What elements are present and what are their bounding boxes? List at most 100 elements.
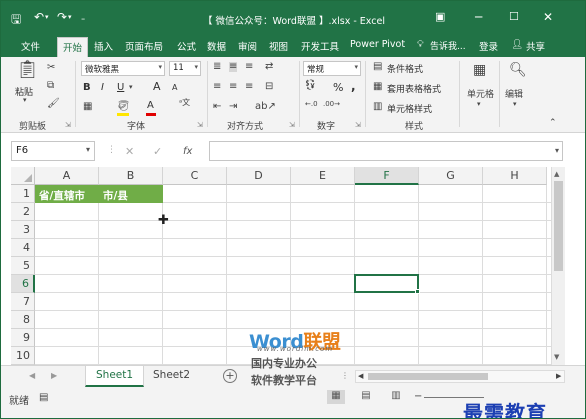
prev-sheet-icon[interactable]: ◀ (29, 371, 35, 380)
normal-view-icon[interactable]: ▦ (327, 390, 345, 404)
name-box[interactable]: F6 ▾ (11, 141, 95, 161)
row-header-5[interactable]: 5 (11, 257, 35, 275)
page-layout-view-icon[interactable]: ▤ (357, 390, 375, 404)
italic-button[interactable]: I (101, 82, 104, 93)
increase-indent-icon[interactable]: ⇥ (229, 102, 237, 112)
align-bottom-icon[interactable]: ≡ (245, 62, 253, 72)
cell-b1[interactable]: 市/县 (99, 185, 163, 203)
font-color-button[interactable]: A (147, 100, 154, 111)
column-header-a[interactable]: A (35, 167, 99, 185)
tab-power-pivot[interactable]: Power Pivot (350, 39, 405, 50)
font-size-combo[interactable]: 11 ▾ (169, 61, 201, 76)
align-right-icon[interactable]: ≡ (245, 82, 253, 92)
cell-styles-button[interactable]: 单元格样式 (387, 102, 432, 115)
conditional-formatting-button[interactable]: 条件格式 (387, 62, 423, 75)
align-middle-icon[interactable]: ≡ (229, 62, 238, 72)
scroll-left-icon[interactable]: ◀ (358, 373, 363, 380)
number-format-combo[interactable]: 常规 ▾ (303, 61, 361, 76)
column-header-h[interactable]: H (483, 167, 547, 185)
row-header-6[interactable]: 6 (11, 275, 35, 293)
cells-dropdown-icon[interactable]: ▾ (477, 101, 481, 108)
insert-function-button[interactable]: fx (183, 146, 192, 157)
editing-button-label[interactable]: 编辑 (505, 87, 523, 100)
decrease-decimal-icon[interactable]: .00→ (323, 101, 340, 108)
scroll-right-icon[interactable]: ▶ (556, 373, 561, 380)
row-header-10[interactable]: 10 (11, 347, 35, 365)
select-all-button[interactable] (11, 167, 35, 185)
paste-icon[interactable]: 📋︎ (16, 61, 39, 79)
align-top-icon[interactable]: ≣ (213, 62, 221, 72)
format-painter-icon[interactable]: 🖌︎ (47, 99, 60, 109)
tab-formulas[interactable]: 公式 (177, 39, 196, 53)
macro-record-icon[interactable]: ▤ (39, 393, 48, 403)
formula-input[interactable]: ▾ (209, 141, 563, 161)
tab-developer[interactable]: 开发工具 (301, 39, 339, 53)
minimize-icon[interactable]: ─ (475, 10, 482, 24)
bold-button[interactable]: B (83, 82, 91, 93)
merge-center-icon[interactable]: ⊟ (265, 82, 273, 92)
align-left-icon[interactable]: ≡ (213, 82, 221, 92)
decrease-indent-icon[interactable]: ⇤ (213, 102, 221, 112)
search-icon[interactable]: 🔍︎ (509, 63, 527, 77)
fill-color-icon[interactable]: 🪣︎ (117, 102, 130, 112)
column-header-b[interactable]: B (99, 167, 163, 185)
tab-review[interactable]: 审阅 (238, 39, 257, 53)
underline-button[interactable]: U (117, 82, 124, 93)
editing-dropdown-icon[interactable]: ▾ (513, 101, 517, 108)
maximize-icon[interactable]: ☐ (509, 10, 519, 23)
alignment-launcher-icon[interactable]: ⇲ (289, 121, 295, 129)
collapse-ribbon-icon[interactable]: ⌃ (549, 119, 557, 128)
tab-file[interactable]: 文件 (21, 39, 40, 53)
orientation-icon[interactable]: ab↗ (255, 102, 276, 112)
scroll-down-icon[interactable]: ▼ (554, 353, 559, 361)
column-header-f[interactable]: F (355, 167, 419, 185)
shrink-font-button[interactable]: A (172, 83, 177, 92)
font-launcher-icon[interactable]: ⇲ (197, 121, 203, 129)
vertical-scroll-thumb[interactable] (554, 181, 563, 271)
cells-icon[interactable]: ▦ (473, 63, 486, 77)
number-launcher-icon[interactable]: ⇲ (355, 121, 361, 129)
tell-me-box[interactable]: 告诉我... (430, 39, 466, 52)
cut-icon[interactable]: ✂ (47, 63, 55, 73)
currency-icon[interactable]: 💱︎ (304, 81, 317, 91)
zoom-out-icon[interactable]: − (414, 392, 422, 402)
enter-icon[interactable]: ✓ (153, 146, 162, 157)
tab-home[interactable]: 开始 (57, 37, 89, 57)
close-icon[interactable]: ✕ (543, 10, 553, 24)
comma-button[interactable]: , (351, 79, 356, 93)
percent-button[interactable]: % (333, 81, 343, 94)
sheet-tab-sheet1[interactable]: Sheet1 (85, 366, 145, 387)
row-header-7[interactable]: 7 (11, 293, 35, 311)
tab-insert[interactable]: 插入 (94, 39, 113, 53)
clipboard-launcher-icon[interactable]: ⇲ (65, 121, 71, 129)
tab-page-layout[interactable]: 页面布局 (125, 39, 163, 53)
ribbon-display-options-icon[interactable]: ▣ (435, 10, 445, 23)
tab-split-grip-icon[interactable]: ⋮ (341, 371, 349, 380)
row-header-2[interactable]: 2 (11, 203, 35, 221)
row-header-8[interactable]: 8 (11, 311, 35, 329)
increase-decimal-icon[interactable]: ←.0 (305, 101, 318, 108)
row-header-1[interactable]: 1 (11, 185, 35, 203)
horizontal-scroll-thumb[interactable] (368, 373, 488, 380)
column-header-g[interactable]: G (419, 167, 483, 185)
sheet-tab-sheet2[interactable]: Sheet2 (143, 366, 200, 387)
scroll-up-icon[interactable]: ▲ (554, 170, 559, 178)
active-cell-f6[interactable] (354, 274, 419, 293)
row-header-4[interactable]: 4 (11, 239, 35, 257)
add-sheet-icon[interactable]: + (223, 369, 237, 383)
page-break-view-icon[interactable]: ▥ (387, 390, 405, 404)
copy-icon[interactable]: ⧉ (47, 81, 54, 91)
login-button[interactable]: 登录 (479, 39, 498, 53)
underline-dropdown-icon[interactable]: ▾ (129, 84, 133, 91)
paste-dropdown-icon[interactable]: ▾ (23, 97, 27, 104)
share-button[interactable]: 共享 (526, 39, 545, 53)
fill-handle[interactable] (415, 289, 420, 294)
tab-data[interactable]: 数据 (207, 39, 226, 53)
column-header-d[interactable]: D (227, 167, 291, 185)
expand-formula-bar-icon[interactable]: ▾ (555, 146, 559, 155)
cells-button-label[interactable]: 单元格 (467, 87, 494, 100)
align-center-icon[interactable]: ≡ (229, 82, 237, 92)
borders-icon[interactable]: ▦ (83, 102, 92, 112)
row-header-3[interactable]: 3 (11, 221, 35, 239)
column-header-c[interactable]: C (163, 167, 227, 185)
